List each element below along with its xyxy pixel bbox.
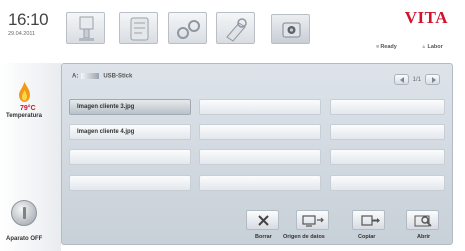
file-slot-selected[interactable]: Imagen cliente 3.jpg	[69, 99, 191, 115]
file-slot[interactable]	[69, 149, 191, 165]
file-slot[interactable]	[199, 124, 321, 140]
copy-icon	[361, 215, 380, 226]
clock-time: 16:10	[8, 10, 49, 29]
pager: 1/1	[393, 74, 440, 85]
furnace-icon	[79, 16, 94, 41]
data-source-label: Origen de datos	[283, 234, 325, 240]
page-indicator: 1/1	[412, 76, 421, 83]
temperature-label: Temperatura	[6, 113, 42, 119]
power-icon	[23, 207, 26, 219]
file-slot[interactable]	[330, 149, 445, 165]
tab-furnace[interactable]	[66, 12, 105, 44]
tab-camera[interactable]	[271, 14, 310, 44]
delete-button[interactable]	[246, 210, 279, 230]
status-ready-label: Ready	[380, 44, 397, 50]
drive-letter: A:	[72, 73, 79, 80]
file-browser: A: USB-Stick 1/1 Imagen cliente 3.jpg Ima…	[61, 63, 453, 245]
clock: 16:10 29.04.2011	[8, 10, 49, 37]
usb-drive-icon	[81, 73, 100, 79]
next-page-button[interactable]	[425, 74, 440, 85]
status-ready: ■Ready	[376, 44, 397, 50]
tab-tools[interactable]	[216, 12, 255, 44]
temperature-value: 79°C	[20, 105, 36, 112]
previous-page-button[interactable]	[393, 74, 409, 85]
chevron-right-icon	[432, 77, 436, 83]
tab-programs[interactable]	[119, 12, 158, 44]
delete-icon	[258, 215, 269, 226]
file-slot[interactable]	[199, 175, 321, 191]
copy-button[interactable]	[352, 210, 385, 230]
file-slot[interactable]: Imagen cliente 4.jpg	[69, 124, 191, 140]
file-slot[interactable]	[69, 175, 191, 191]
status-ready-icon: ■	[376, 44, 380, 50]
breadcrumb: A: USB-Stick	[72, 73, 132, 80]
data-source-button[interactable]	[296, 210, 329, 230]
camera-icon	[282, 22, 301, 38]
brand-logo: VITA	[404, 8, 448, 27]
open-label: Abrir	[417, 234, 431, 240]
data-source-icon	[302, 215, 324, 227]
chevron-left-icon	[399, 77, 404, 83]
flame-icon	[19, 82, 30, 102]
status-labor-icon: ▲	[421, 44, 427, 50]
delete-label: Borrar	[255, 234, 272, 240]
open-button[interactable]	[406, 210, 439, 230]
status-labor-label: Labor	[427, 44, 443, 50]
drive-name: USB-Stick	[103, 73, 133, 80]
status-labor: ▲Labor	[421, 44, 443, 50]
magnifier-icon	[414, 215, 432, 227]
file-slot[interactable]	[199, 99, 321, 115]
file-slot[interactable]	[330, 99, 445, 115]
copy-label: Copiar	[358, 234, 376, 240]
file-slot[interactable]	[330, 124, 445, 140]
file-slot[interactable]	[199, 149, 321, 165]
program-icon	[130, 17, 149, 41]
file-slot[interactable]	[330, 175, 445, 191]
power-button[interactable]	[11, 200, 37, 226]
power-label: Aparato OFF	[6, 236, 43, 242]
tools-icon	[226, 18, 247, 42]
clock-date: 29.04.2011	[8, 31, 36, 37]
tab-settings[interactable]	[168, 12, 207, 44]
settings-icon	[177, 20, 200, 39]
